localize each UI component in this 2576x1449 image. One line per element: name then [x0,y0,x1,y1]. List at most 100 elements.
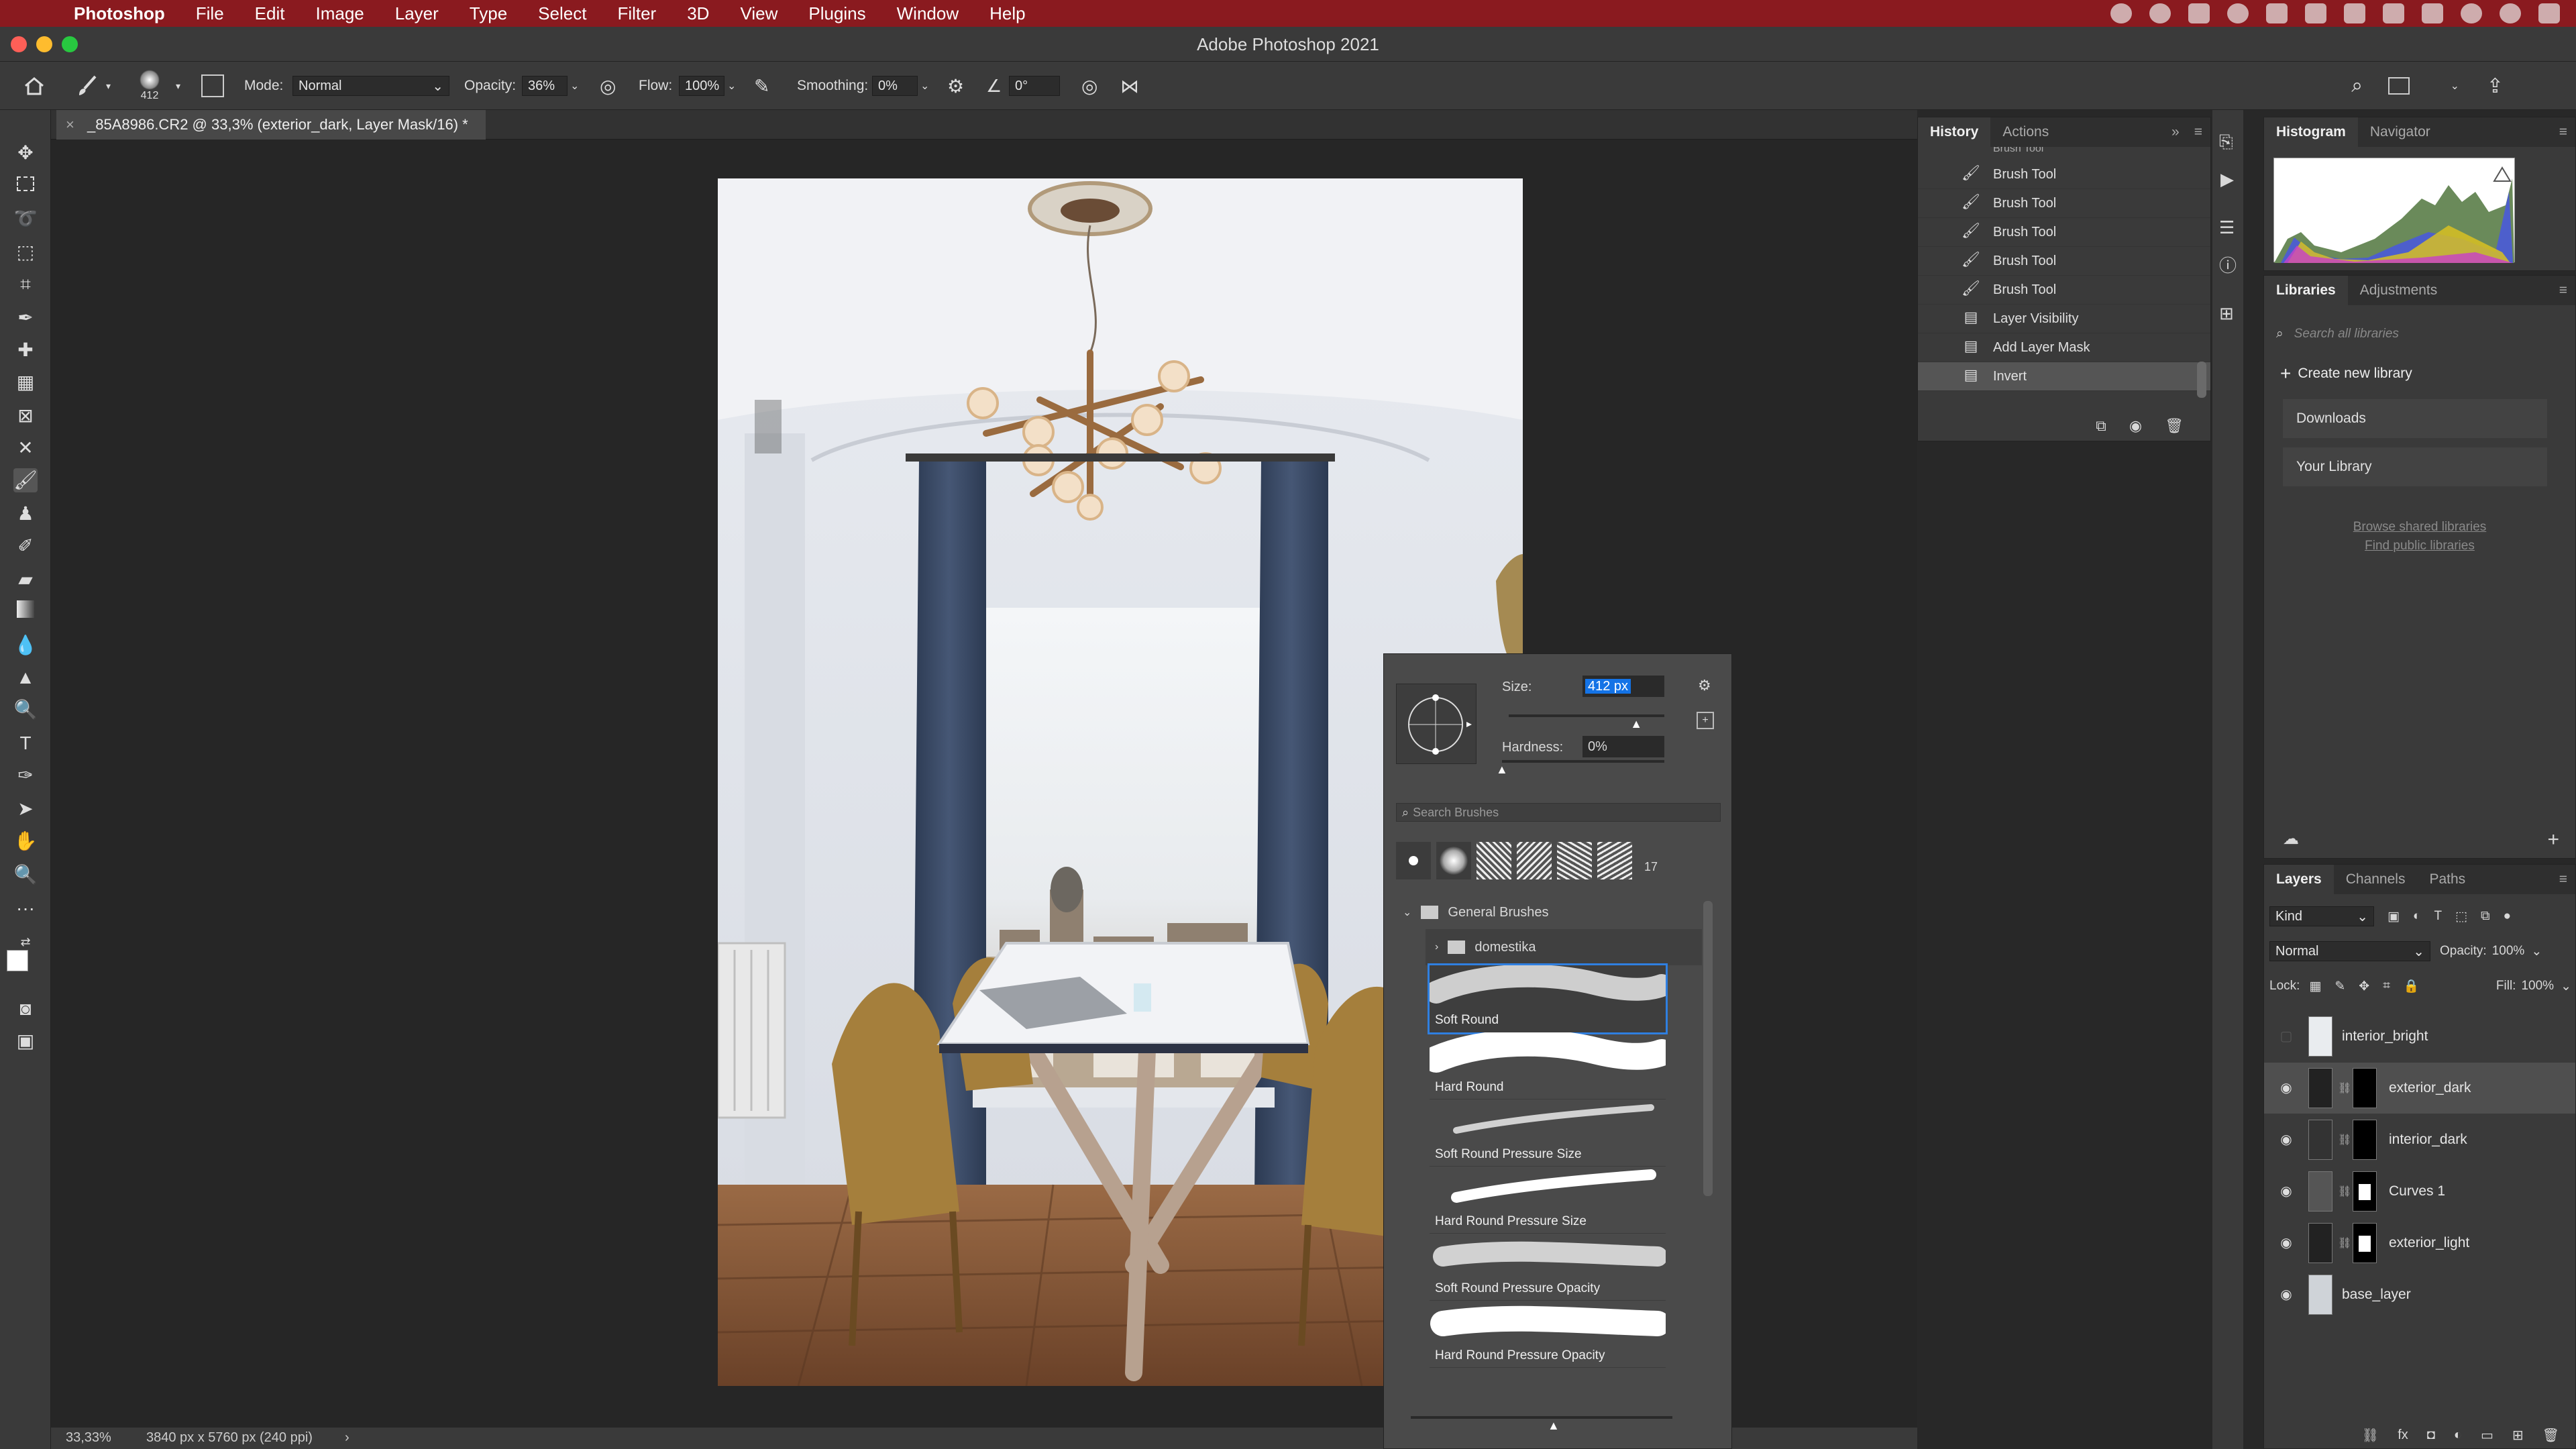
new-adjustment-icon[interactable]: ◐ [2454,1428,2462,1443]
menu-3d[interactable]: 3D [687,3,709,24]
library-your-library[interactable]: Your Library [2283,447,2547,486]
new-layer-icon[interactable]: ⊞ [2512,1427,2524,1444]
status-icon-7[interactable] [2344,3,2365,23]
eye-icon[interactable]: ◉ [2277,1286,2295,1303]
brush-folder-domestika[interactable]: › domestika [1426,929,1702,965]
fill-input[interactable]: 100% [2521,979,2554,994]
history-state[interactable]: ▤ Add Layer Mask [1918,333,2210,362]
clone-stamp-tool-icon[interactable]: ♟ [13,502,38,526]
find-public-libraries-link[interactable]: Find public libraries [2264,539,2575,553]
tool-preset-picker[interactable]: ▾ [75,62,111,110]
object-selection-tool-icon[interactable]: ⬚ [13,240,38,264]
size-slider-thumb[interactable]: ▲ [1630,717,1642,731]
create-library-button[interactable]: + Create new library [2280,360,2575,387]
type-tool-icon[interactable]: T [13,731,38,755]
history-state[interactable]: 🖌 Brush Tool [1918,276,2210,305]
search-icon[interactable]: ⌕ [2351,62,2363,110]
home-button[interactable] [23,62,46,110]
wifi-icon[interactable] [2383,3,2404,23]
tab-layers[interactable]: Layers [2264,865,2334,894]
menu-app[interactable]: Photoshop [74,3,165,24]
eraser-tool-icon[interactable]: ▰ [13,568,38,592]
layer-style-icon[interactable]: fx [2398,1428,2408,1443]
tab-adjustments[interactable]: Adjustments [2348,276,2450,305]
layer-name[interactable]: exterior_light [2389,1235,2469,1251]
pressure-opacity-icon[interactable]: ◎ [600,62,616,110]
brush-preset-picker[interactable]: 412 [140,62,160,110]
flow-slider-toggle[interactable]: ⌄ [727,62,736,110]
panel-menu-icon[interactable]: ≡ [2551,117,2575,147]
tab-history[interactable]: History [1918,117,1991,147]
eye-icon[interactable]: ◉ [2277,1183,2295,1200]
layer-row[interactable]: ▢ interior_bright [2264,1011,2575,1062]
adjustments-sliders-icon[interactable]: ☰ [2219,217,2235,238]
layer-row[interactable]: ◉ ⛓ interior_dark [2264,1114,2575,1165]
link-icon[interactable]: ⛓ [2338,1081,2351,1095]
layer-mask-thumbnail[interactable] [2353,1171,2377,1212]
mode-select[interactable]: Normal ⌄ [292,76,449,96]
lock-image-icon[interactable]: ✎ [2334,979,2345,994]
brush-preset[interactable]: Soft Round Pressure Opacity [1430,1234,1668,1301]
gear-icon[interactable]: ⚙ [1698,677,1711,694]
menu-view[interactable]: View [740,3,777,24]
close-tab-icon[interactable]: × [66,110,74,140]
chevron-down-icon[interactable]: ⌄ [2561,979,2571,994]
spotlight-icon[interactable] [2461,3,2482,23]
move-tool-icon[interactable]: ✥ [13,141,38,165]
quick-mask-icon[interactable]: ◙ [13,997,38,1021]
gear-icon[interactable]: ⚙ [947,62,964,110]
filter-type-icon[interactable]: T [2434,909,2442,924]
status-icon-1[interactable] [2110,3,2132,23]
lock-artboard-icon[interactable]: ⌗ [2383,979,2390,994]
history-brush-tool-icon[interactable]: ✐ [13,534,38,558]
add-element-icon[interactable]: + [2547,828,2559,851]
filter-pixel-icon[interactable]: ▣ [2387,909,2400,924]
crop-tool-icon[interactable]: ⌗ [13,272,38,297]
workspace-icon[interactable] [2388,62,2410,110]
eyedropper-tool-icon[interactable]: ✒ [13,306,38,330]
history-state[interactable]: ▤ Invert [1918,362,2210,391]
brush-tool-icon[interactable]: 🖌 [13,468,38,492]
status-icon-5[interactable] [2266,3,2288,23]
flow-input[interactable]: 100% [679,76,724,96]
tab-libraries[interactable]: Libraries [2264,276,2348,305]
brush-preset[interactable]: Hard Round Pressure Size [1430,1167,1666,1234]
library-search-input[interactable]: ⌕ Search all libraries [2276,320,2563,348]
minimize-window-button[interactable] [36,36,52,52]
brush-settings-toggle[interactable] [201,62,224,110]
layer-name[interactable]: base_layer [2342,1287,2411,1303]
hand-tool-icon[interactable]: ✋ [13,829,38,853]
brush-preset[interactable]: Soft Round Pressure Size [1430,1099,1666,1167]
hardness-slider-thumb[interactable]: ▲ [1496,763,1508,777]
browse-shared-libraries-link[interactable]: Browse shared libraries [2264,520,2575,535]
add-mask-icon[interactable]: ◘ [2427,1428,2435,1443]
panel-menu-icon[interactable]: ≡ [2551,276,2575,305]
recent-brush-texture-2[interactable] [1517,842,1552,879]
tab-histogram[interactable]: Histogram [2264,117,2358,147]
smoothing-slider-toggle[interactable]: ⌄ [920,62,929,110]
camera-icon[interactable]: ◉ [2129,417,2142,435]
status-icon-3[interactable] [2188,3,2210,23]
patch-tool-icon[interactable]: ▦ [13,370,38,394]
creative-cloud-icon[interactable] [2227,3,2249,23]
layer-mask-thumbnail[interactable] [2353,1068,2377,1108]
layer-thumbnail[interactable] [2308,1223,2332,1263]
menu-help[interactable]: Help [989,3,1025,24]
history-state[interactable]: 🖌 Brush Tool [1918,189,2210,218]
recent-brush-texture-1[interactable] [1477,842,1511,879]
menu-edit[interactable]: Edit [255,3,285,24]
hardness-input[interactable]: 0% [1582,736,1664,757]
layer-thumbnail[interactable] [2308,1068,2332,1108]
filter-toggle-icon[interactable]: ● [2504,909,2511,924]
siri-icon[interactable] [2500,3,2521,23]
menu-file[interactable]: File [196,3,224,24]
new-group-icon[interactable]: ▭ [2481,1427,2493,1444]
chevron-down-icon[interactable]: ⌄ [2451,62,2459,110]
airplay-icon[interactable] [2422,3,2443,23]
eye-hidden-icon[interactable]: ▢ [2277,1028,2295,1045]
menu-type[interactable]: Type [470,3,507,24]
layer-name[interactable]: exterior_dark [2389,1080,2471,1096]
pressure-size-icon[interactable]: ◎ [1081,62,1097,110]
status-icon-6[interactable] [2305,3,2326,23]
layer-name[interactable]: interior_dark [2389,1132,2467,1148]
